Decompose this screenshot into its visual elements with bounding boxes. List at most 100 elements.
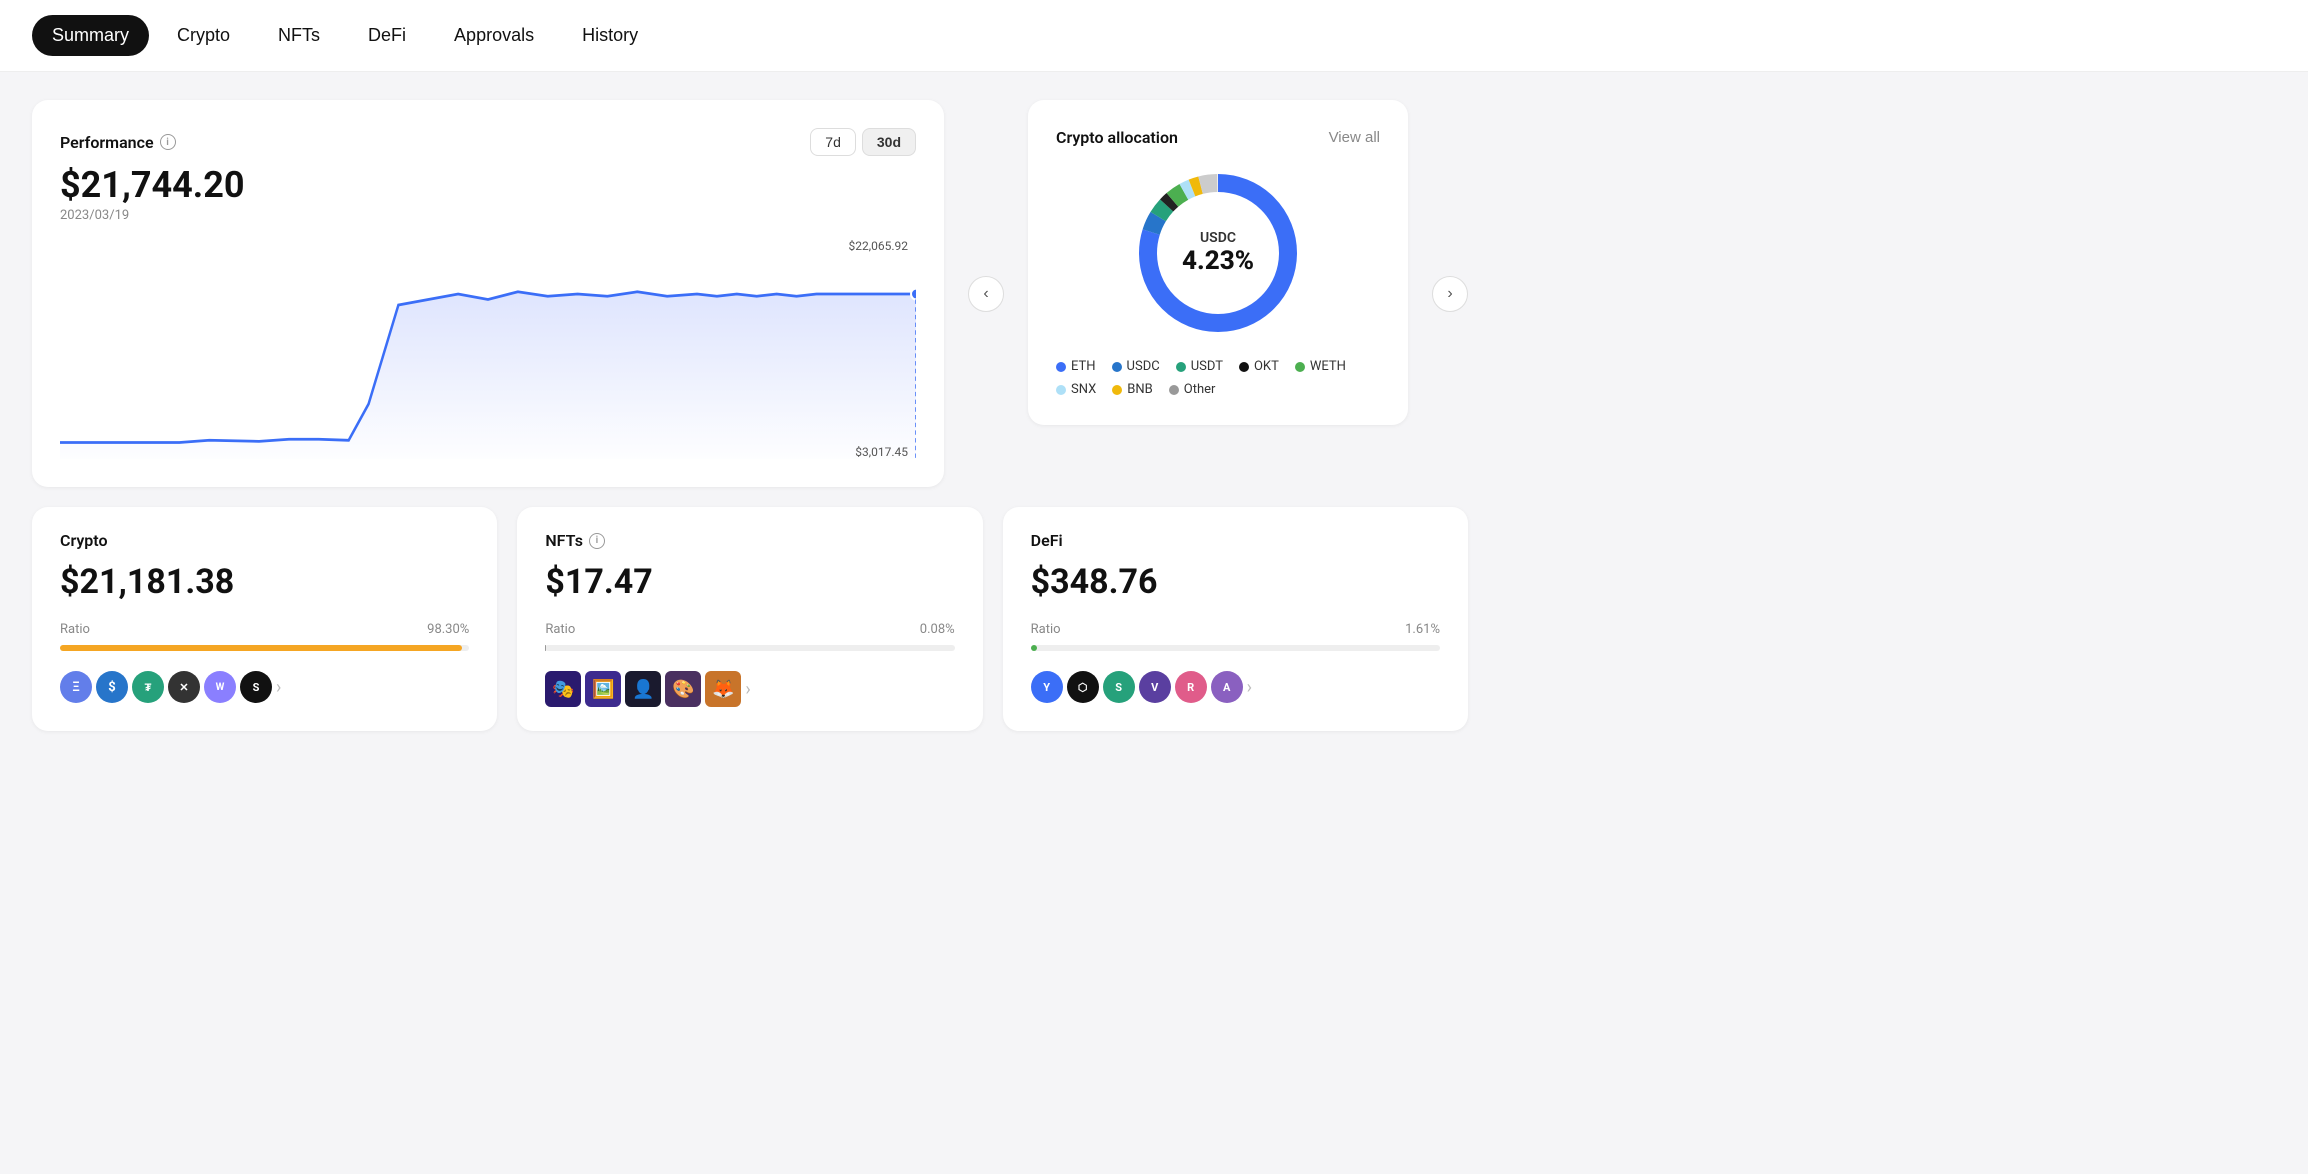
crypto-chevron-icon[interactable]: ›: [276, 677, 281, 698]
defi-ratio-pct: 1.61%: [1405, 622, 1440, 637]
nft-thumb-4: 🎨: [665, 671, 701, 707]
defi-progress-fill: [1031, 645, 1038, 651]
legend-dot-eth: [1056, 362, 1066, 372]
navigation-bar: Summary Crypto NFTs DeFi Approvals Histo…: [0, 0, 2308, 72]
token-weth-icon: W: [204, 671, 236, 703]
legend-dot-usdc: [1112, 362, 1122, 372]
nft-thumb-3: 👤: [625, 671, 661, 707]
crypto-progress-bg: [60, 645, 469, 651]
right-arrow-btn[interactable]: ›: [1432, 276, 1468, 312]
tab-summary[interactable]: Summary: [32, 15, 149, 56]
nft-thumb-5: 🦊: [705, 671, 741, 707]
nfts-chevron-icon[interactable]: ›: [745, 679, 750, 700]
nfts-ratio-label: Ratio: [545, 622, 575, 637]
defi-card-title: DeFi: [1031, 531, 1440, 550]
chart-label-bottom: $3,017.45: [855, 445, 908, 459]
legend-label-eth: ETH: [1071, 359, 1096, 374]
nfts-summary-card: NFTs i $17.47 Ratio 0.08% 🎭 🖼️ 👤 🎨 🦊 ›: [517, 507, 982, 731]
performance-info-icon[interactable]: i: [160, 134, 176, 150]
nfts-card-amount: $17.47: [545, 562, 954, 602]
time-btn-7d[interactable]: 7d: [810, 128, 856, 156]
donut-chart-wrapper: USDC 4.23%: [1056, 163, 1380, 343]
token-eth-icon: Ξ: [60, 671, 92, 703]
nft-thumb-2: 🖼️: [585, 671, 621, 707]
legend-usdc: USDC: [1112, 359, 1160, 374]
crypto-summary-card: Crypto $21,181.38 Ratio 98.30% Ξ $ ₮ ✕ W…: [32, 507, 497, 731]
legend-dot-weth: [1295, 362, 1305, 372]
nfts-info-icon[interactable]: i: [589, 533, 605, 549]
bottom-section: Crypto $21,181.38 Ratio 98.30% Ξ $ ₮ ✕ W…: [32, 507, 1468, 731]
legend-usdt: USDT: [1176, 359, 1223, 374]
nfts-icons-row: 🎭 🖼️ 👤 🎨 🦊 ›: [545, 671, 954, 707]
defi-summary-card: DeFi $348.76 Ratio 1.61% Y ⬡ S V R A ›: [1003, 507, 1468, 731]
time-btn-30d[interactable]: 30d: [862, 128, 916, 156]
defi-ratio-label: Ratio: [1031, 622, 1061, 637]
performance-header: Performance i 7d 30d: [60, 128, 916, 156]
crypto-card-amount: $21,181.38: [60, 562, 469, 602]
donut-title: Crypto allocation: [1056, 128, 1178, 147]
performance-amount: $21,744.20: [60, 164, 916, 206]
defi-token-4: V: [1139, 671, 1171, 703]
legend-label-bnb: BNB: [1127, 382, 1152, 397]
legend-bnb: BNB: [1112, 382, 1152, 397]
tab-approvals[interactable]: Approvals: [434, 15, 554, 56]
donut-center: USDC 4.23%: [1182, 230, 1254, 276]
legend-label-okt: OKT: [1254, 359, 1279, 374]
view-all-button[interactable]: View all: [1329, 129, 1380, 146]
chart-label-top: $22,065.92: [849, 239, 908, 253]
crypto-ratio-pct: 98.30%: [427, 622, 469, 637]
token-usdc-icon: $: [96, 671, 128, 703]
legend-dot-usdt: [1176, 362, 1186, 372]
performance-title-text: Performance: [60, 133, 154, 152]
legend-dot-other: [1169, 385, 1179, 395]
performance-date: 2023/03/19: [60, 208, 916, 223]
defi-token-6: A: [1211, 671, 1243, 703]
performance-chart: $22,065.92 $3,017.45: [60, 239, 916, 459]
defi-icons-row: Y ⬡ S V R A ›: [1031, 671, 1440, 703]
nfts-progress-bg: [545, 645, 954, 651]
token-usdt-icon: ₮: [132, 671, 164, 703]
defi-token-1: Y: [1031, 671, 1063, 703]
token-snx-icon: S: [240, 671, 272, 703]
left-arrow-btn[interactable]: ‹: [968, 276, 1004, 312]
legend-other: Other: [1169, 382, 1216, 397]
performance-card: Performance i 7d 30d $21,744.20 2023/03/…: [32, 100, 944, 487]
time-buttons-group: 7d 30d: [810, 128, 916, 156]
nft-thumb-1: 🎭: [545, 671, 581, 707]
tab-crypto[interactable]: Crypto: [157, 15, 250, 56]
legend-snx: SNX: [1056, 382, 1096, 397]
token-okt-icon: ✕: [168, 671, 200, 703]
legend-label-usdt: USDT: [1191, 359, 1223, 374]
tab-defi[interactable]: DeFi: [348, 15, 426, 56]
legend-dot-snx: [1056, 385, 1066, 395]
crypto-ratio-row: Ratio 98.30%: [60, 622, 469, 637]
performance-title: Performance i: [60, 133, 176, 152]
crypto-ratio-label: Ratio: [60, 622, 90, 637]
donut-center-pct: 4.23%: [1182, 246, 1254, 276]
donut-legend: ETH USDC USDT OKT WETH: [1056, 359, 1380, 397]
nfts-ratio-row: Ratio 0.08%: [545, 622, 954, 637]
main-content: Performance i 7d 30d $21,744.20 2023/03/…: [0, 72, 1500, 759]
defi-card-amount: $348.76: [1031, 562, 1440, 602]
nfts-title-text: NFTs: [545, 531, 583, 550]
defi-progress-bg: [1031, 645, 1440, 651]
legend-okt: OKT: [1239, 359, 1279, 374]
nfts-card-title: NFTs i: [545, 531, 954, 550]
defi-token-3: S: [1103, 671, 1135, 703]
tab-history[interactable]: History: [562, 15, 658, 56]
donut-header: Crypto allocation View all: [1056, 128, 1380, 147]
defi-ratio-row: Ratio 1.61%: [1031, 622, 1440, 637]
defi-token-2: ⬡: [1067, 671, 1099, 703]
legend-label-other: Other: [1184, 382, 1216, 397]
defi-chevron-icon[interactable]: ›: [1247, 677, 1252, 698]
donut-center-label: USDC: [1182, 230, 1254, 246]
top-section: Performance i 7d 30d $21,744.20 2023/03/…: [32, 100, 1468, 487]
defi-token-5: R: [1175, 671, 1207, 703]
legend-label-usdc: USDC: [1127, 359, 1160, 374]
legend-dot-bnb: [1112, 385, 1122, 395]
crypto-progress-fill: [60, 645, 462, 651]
crypto-allocation-card: Crypto allocation View all: [1028, 100, 1408, 425]
tab-nfts[interactable]: NFTs: [258, 15, 340, 56]
crypto-card-title: Crypto: [60, 531, 469, 550]
legend-label-snx: SNX: [1071, 382, 1096, 397]
